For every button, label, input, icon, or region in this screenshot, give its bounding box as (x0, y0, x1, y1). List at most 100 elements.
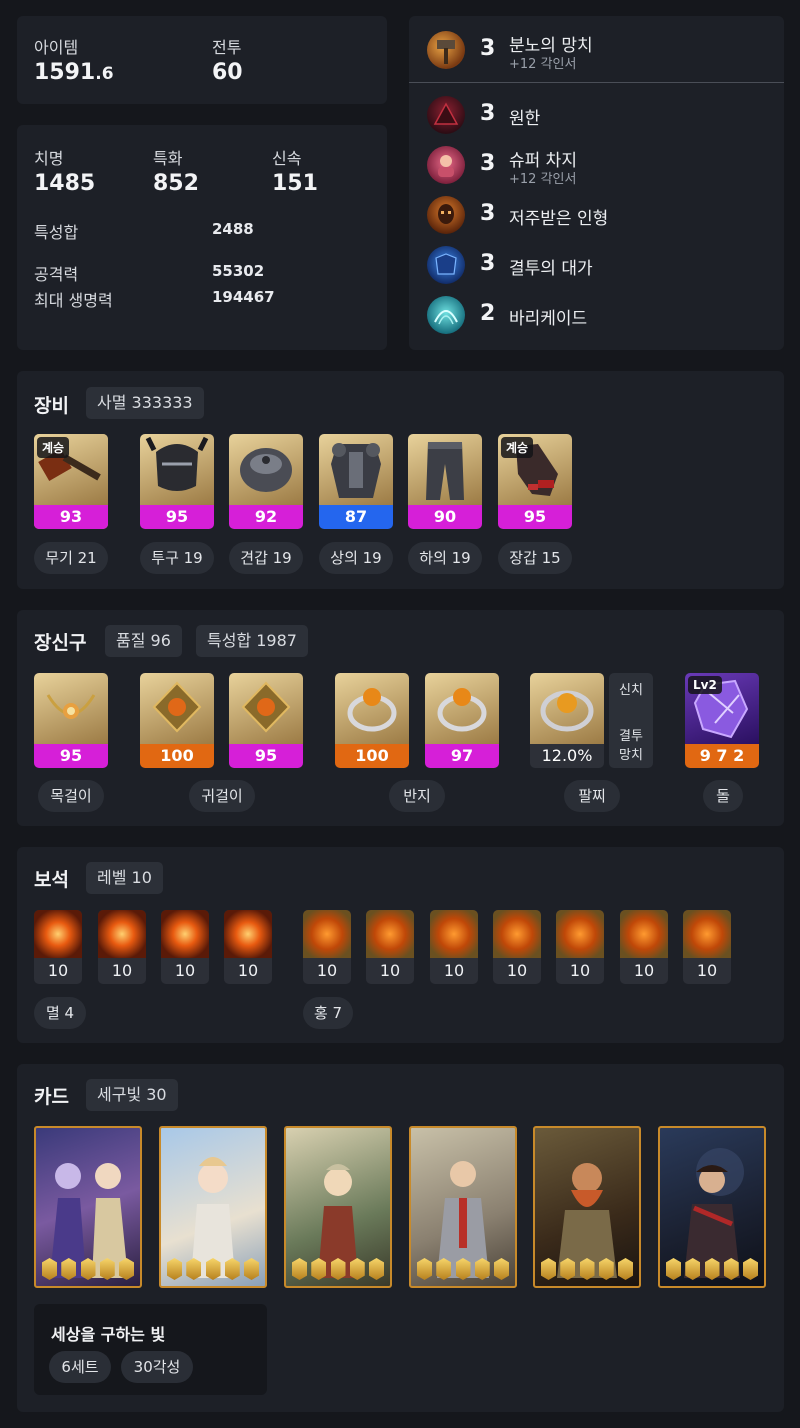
card-awakening-stars (42, 1258, 134, 1280)
equipment-label-shoulder: 견갑 19 (229, 542, 303, 574)
engraving-level: 3 (480, 151, 496, 176)
accessory-necklace[interactable]: 95 (34, 673, 108, 768)
attack-label: 공격력 (34, 265, 79, 284)
annihilation-gem[interactable]: 10 (34, 910, 82, 984)
bracelet-icon (530, 673, 604, 744)
card-item[interactable] (533, 1126, 641, 1288)
accessory-stat-total-badge: 특성합 1987 (196, 625, 308, 657)
annihilation-gem[interactable]: 10 (98, 910, 146, 984)
cards-title: 카드 (34, 1086, 69, 1108)
earring-icon (140, 673, 214, 744)
shoulder-icon (229, 434, 303, 505)
chest-armor-icon (319, 434, 393, 505)
crimson-gem-icon (493, 910, 541, 958)
gem-level-badge: 레벨 10 (86, 862, 163, 894)
card-item[interactable] (34, 1126, 142, 1288)
max-hp-value: 194467 (212, 288, 275, 306)
annihilation-gem[interactable]: 10 (161, 910, 209, 984)
accessories-panel: 장신구 품질 96 특성합 1987 95 100 95 100 97 12.0… (17, 610, 784, 826)
spec-label: 특화 (153, 149, 183, 168)
barricade-icon (427, 296, 465, 334)
accessory-quality-value: 100 (140, 744, 214, 768)
equipment-slot-helmet[interactable]: 95 (140, 434, 214, 529)
engraving-level: 3 (480, 101, 496, 126)
max-hp-label: 최대 생명력 (34, 291, 113, 310)
gems-title: 보석 (34, 869, 69, 891)
card-item[interactable] (159, 1126, 267, 1288)
pants-icon (408, 434, 482, 505)
card-item[interactable] (284, 1126, 392, 1288)
ability-stone[interactable]: Lv2 9 7 2 (685, 673, 759, 768)
card-awaken-badge: 세구빛 30 (86, 1079, 178, 1111)
stone-value: 9 7 2 (685, 744, 759, 768)
accessory-ring-2[interactable]: 97 (425, 673, 499, 768)
accessories-title: 장신구 (34, 632, 87, 654)
crimson-gem[interactable]: 10 (556, 910, 604, 984)
item-level-panel: 아이템 1591.6 전투 60 (17, 16, 387, 104)
combat-level-value: 60 (212, 60, 243, 85)
engraving-divider (409, 82, 784, 83)
accessory-quality-value: 95 (34, 744, 108, 768)
engraving-level: 3 (480, 251, 496, 276)
equipment-panel: 장비 사멸 333333 계승 93 무기 21 95 투구 19 92 견갑 … (17, 371, 784, 589)
attack-value: 55302 (212, 262, 265, 280)
super-charge-icon (427, 146, 465, 184)
engravings-panel: 3 분노의 망치 +12 각인서 3 원한 3 슈퍼 차지 +12 각인서 3 … (409, 16, 784, 350)
crimson-gem[interactable]: 10 (303, 910, 351, 984)
quality-value: 90 (408, 505, 482, 529)
equipment-slot-shoulder[interactable]: 92 (229, 434, 303, 529)
crimson-gem[interactable]: 10 (620, 910, 668, 984)
crimson-gem-icon (556, 910, 604, 958)
gem-level: 10 (316, 961, 338, 980)
accessory-earring-2[interactable]: 95 (229, 673, 303, 768)
accessory-earring-1[interactable]: 100 (140, 673, 214, 768)
earring-icon (229, 673, 303, 744)
crimson-gem-icon (683, 910, 731, 958)
determination-icon (427, 246, 465, 284)
cards-panel: 카드 세구빛 30 세상을 구하는 빛 6세트 30각성 (17, 1064, 784, 1412)
hammer-icon (427, 31, 465, 69)
equipment-slot-pants[interactable]: 90 (408, 434, 482, 529)
accessory-quality-value: 97 (425, 744, 499, 768)
gem-level: 10 (379, 961, 401, 980)
accessory-label-stone: 돌 (703, 780, 743, 812)
crimson-gem-icon (303, 910, 351, 958)
equipment-slot-gloves[interactable]: 계승 95 (498, 434, 572, 529)
crimson-gem-count: 홍 7 (303, 997, 353, 1029)
quality-value: 95 (498, 505, 572, 529)
equipment-slot-weapon[interactable]: 계승 93 (34, 434, 108, 529)
card-item[interactable] (409, 1126, 517, 1288)
accessory-label-earring: 귀걸이 (189, 780, 255, 812)
crimson-gem[interactable]: 10 (366, 910, 414, 984)
gem-level: 10 (633, 961, 655, 980)
total-stats-label: 특성합 (34, 223, 79, 242)
accessory-quality-value: 95 (229, 744, 303, 768)
crimson-gem-icon (430, 910, 478, 958)
annihilation-gem-count: 멸 4 (34, 997, 86, 1029)
necklace-icon (34, 673, 108, 744)
crimson-gem[interactable]: 10 (493, 910, 541, 984)
equipment-label-helmet: 투구 19 (140, 542, 214, 574)
engraving-name: 결투의 대가 (509, 259, 593, 279)
card-set-awakening: 30각성 (121, 1351, 193, 1383)
accessory-ring-1[interactable]: 100 (335, 673, 409, 768)
gem-level: 10 (237, 961, 259, 980)
card-item[interactable] (658, 1126, 766, 1288)
accessory-label-necklace: 목걸이 (38, 780, 104, 812)
card-set-box: 세상을 구하는 빛 6세트 30각성 (34, 1304, 267, 1395)
accessory-label-ring: 반지 (389, 780, 445, 812)
card-awakening-stars (541, 1258, 633, 1280)
equipment-slot-chest[interactable]: 87 (319, 434, 393, 529)
crimson-gem-icon (620, 910, 668, 958)
swift-value: 151 (272, 171, 318, 196)
spec-value: 852 (153, 171, 199, 196)
annihilation-gem[interactable]: 10 (224, 910, 272, 984)
crimson-gem[interactable]: 10 (430, 910, 478, 984)
item-level-value: 1591.6 (34, 60, 114, 85)
engraving-name: 원한 (509, 109, 541, 129)
accessory-bracelet[interactable]: 12.0% (530, 673, 604, 768)
engraving-level: 3 (480, 201, 496, 226)
equipment-label-gloves: 장갑 15 (498, 542, 572, 574)
crimson-gem[interactable]: 10 (683, 910, 731, 984)
engraving-level: 3 (480, 36, 496, 61)
